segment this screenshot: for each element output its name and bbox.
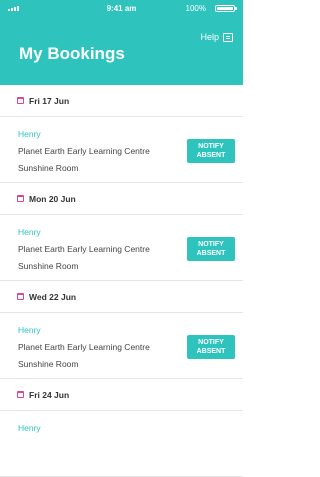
help-button[interactable]: Help bbox=[200, 32, 233, 42]
day-label: Fri 17 Jun bbox=[29, 95, 70, 106]
app-header: My Bookings Help bbox=[0, 18, 243, 85]
booking-item: Henry Planet Earth Early Learning Centre… bbox=[0, 313, 243, 379]
notify-absent-button[interactable]: NOTIFY ABSENT bbox=[187, 139, 235, 163]
calendar-icon bbox=[17, 293, 24, 300]
day-label: Mon 20 Jun bbox=[29, 193, 76, 204]
notify-absent-button[interactable]: NOTIFY ABSENT bbox=[187, 237, 235, 261]
calendar-icon bbox=[17, 97, 24, 104]
bookings-list: Fri 17 Jun Henry Planet Earth Early Lear… bbox=[0, 85, 243, 477]
centre-name: Planet Earth Early Learning Centre bbox=[18, 244, 150, 254]
day-header: Fri 17 Jun bbox=[0, 85, 243, 117]
status-time: 9:41 am bbox=[106, 4, 137, 13]
day-header: Mon 20 Jun bbox=[0, 183, 243, 215]
battery-percentage: 100% bbox=[185, 4, 206, 13]
day-label: Wed 22 Jun bbox=[29, 291, 77, 302]
chat-icon bbox=[223, 32, 233, 42]
notify-absent-label: NOTIFY ABSENT bbox=[196, 143, 226, 159]
child-name: Henry bbox=[18, 227, 41, 237]
room-name: Sunshine Room bbox=[18, 163, 79, 173]
notify-absent-button[interactable]: NOTIFY ABSENT bbox=[187, 335, 235, 359]
help-label: Help bbox=[200, 32, 219, 42]
day-label: Fri 24 Jun bbox=[29, 389, 70, 400]
centre-name: Planet Earth Early Learning Centre bbox=[18, 146, 150, 156]
centre-name: Planet Earth Early Learning Centre bbox=[18, 342, 150, 352]
calendar-icon bbox=[17, 391, 24, 398]
room-name: Sunshine Room bbox=[18, 261, 79, 271]
day-header: Fri 24 Jun bbox=[0, 379, 243, 411]
notify-absent-label: NOTIFY ABSENT bbox=[196, 339, 226, 355]
booking-item: Henry Planet Earth Early Learning Centre… bbox=[0, 117, 243, 183]
booking-item: Henry Planet Earth Early Learning Centre… bbox=[0, 215, 243, 281]
status-bar: 9:41 am 100% bbox=[0, 0, 243, 18]
child-name: Henry bbox=[18, 325, 41, 335]
calendar-icon bbox=[17, 195, 24, 202]
child-name: Henry bbox=[18, 129, 41, 139]
booking-item: Henry bbox=[0, 411, 243, 477]
day-header: Wed 22 Jun bbox=[0, 281, 243, 313]
page-title: My Bookings bbox=[19, 44, 125, 63]
child-name: Henry bbox=[18, 423, 41, 433]
notify-absent-label: NOTIFY ABSENT bbox=[196, 241, 226, 257]
battery-icon bbox=[215, 5, 237, 12]
room-name: Sunshine Room bbox=[18, 359, 79, 369]
